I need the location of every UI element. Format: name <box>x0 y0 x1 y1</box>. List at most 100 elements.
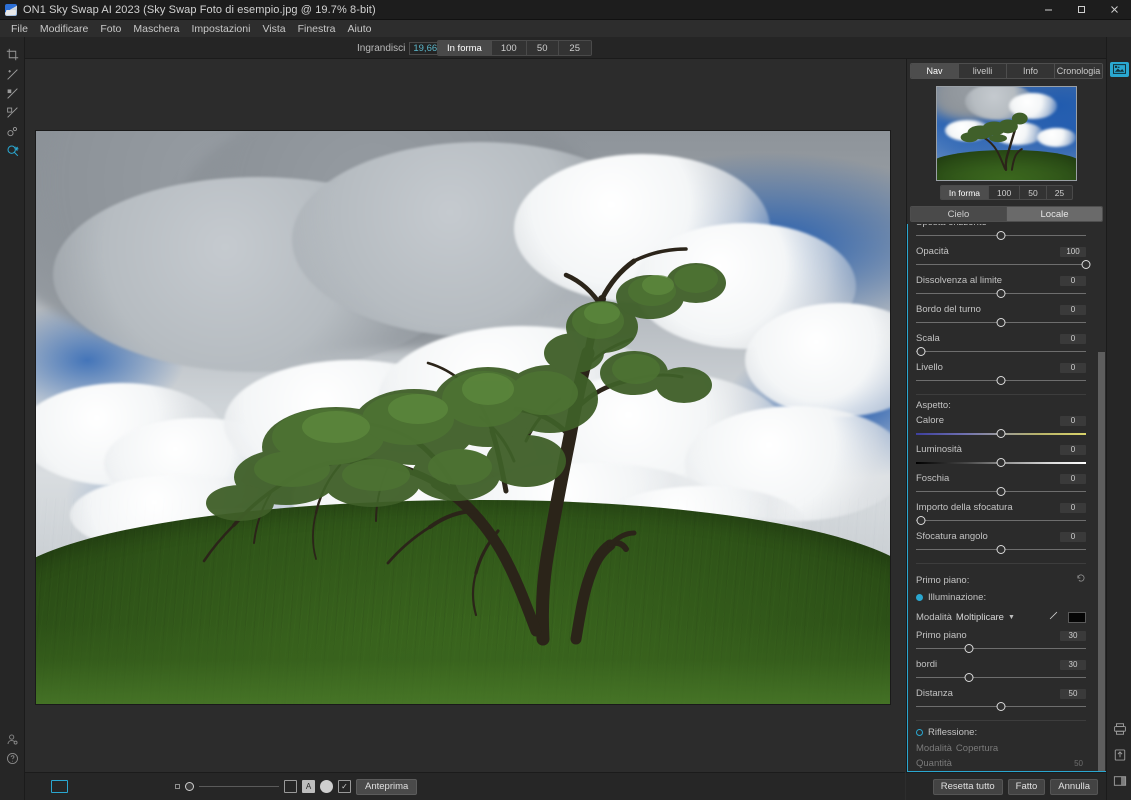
section-title-aspetto: Aspetto: <box>916 400 951 411</box>
tab-livelli[interactable]: livelli <box>959 64 1007 78</box>
solid-circle-icon[interactable] <box>320 780 333 793</box>
menu-vista[interactable]: Vista <box>256 22 291 36</box>
slider-value[interactable]: 0 <box>1060 362 1086 373</box>
slider-opacita[interactable]: Opacità 100 <box>916 242 1091 271</box>
help-icon[interactable] <box>0 749 25 768</box>
slider-value[interactable]: 0 <box>1060 275 1086 286</box>
settings-scroll-region[interactable]: Sposta orizzonte ▼ Opacità 100 Dissolven… <box>907 224 1106 772</box>
slider-value[interactable]: 0 <box>1060 444 1086 455</box>
tool-blemish-remover[interactable] <box>0 122 25 141</box>
thumb-tree <box>960 112 1028 171</box>
panel-layout-icon[interactable] <box>1107 768 1131 794</box>
menu-maschera[interactable]: Maschera <box>127 22 185 36</box>
text-overlay-icon[interactable]: A <box>302 780 315 793</box>
done-button[interactable]: Fatto <box>1007 778 1046 795</box>
compare-check-icon[interactable]: ✓ <box>338 780 351 793</box>
print-icon[interactable] <box>1107 716 1131 742</box>
left-rail-bottom-icons <box>0 730 25 768</box>
mode-row-riflessione: Modalità Copertura <box>916 738 1086 754</box>
slider-sposta-orizzonte[interactable]: Sposta orizzonte ▼ <box>916 224 1086 242</box>
slider-quantita[interactable]: Quantità 50 <box>916 754 1086 771</box>
scrollbar-thumb[interactable] <box>1098 352 1105 771</box>
slider-dissolvenza-al-limite[interactable]: Dissolvenza al limite 0 <box>916 271 1086 300</box>
fit-button-50[interactable]: 50 <box>526 41 559 55</box>
close-button[interactable] <box>1098 0 1131 20</box>
minimize-button[interactable] <box>1032 0 1065 20</box>
slider-value[interactable]: 0 <box>1060 502 1086 513</box>
mask-square-icon[interactable] <box>51 780 68 793</box>
brush-size-knob[interactable] <box>185 782 194 791</box>
slider-foschia[interactable]: Foschia 0 <box>916 469 1086 498</box>
show-mask-icon[interactable] <box>284 780 297 793</box>
slider-calore[interactable]: Calore 0 <box>916 411 1086 440</box>
fit-button-in-forma[interactable]: In forma <box>438 41 492 55</box>
slider-importo-della-sfocatura[interactable]: Importo della sfocatura 0 <box>916 498 1086 527</box>
tool-retouch-brush[interactable] <box>0 65 25 84</box>
slider-value[interactable]: 50 <box>1060 688 1086 699</box>
navigator-thumbnail[interactable] <box>936 86 1077 181</box>
slider-livello[interactable]: Livello 0 <box>916 358 1086 387</box>
menu-finestra[interactable]: Finestra <box>292 22 342 36</box>
mode-dropdown-value[interactable]: Moltiplicare <box>956 612 1004 623</box>
slider-value[interactable]: 100 <box>1060 246 1086 257</box>
tool-clone-stamp[interactable] <box>0 103 25 122</box>
fit-button-25[interactable]: 25 <box>558 41 591 55</box>
application-window: ON1 Sky Swap AI 2023 (Sky Swap Foto di e… <box>0 0 1131 800</box>
slider-value[interactable]: 50 <box>1074 759 1086 768</box>
chevron-down-icon[interactable]: ▼ <box>1076 224 1086 226</box>
image-canvas[interactable] <box>25 59 905 772</box>
reset-icon[interactable] <box>1076 570 1086 588</box>
menu-impostazioni[interactable]: Impostazioni <box>185 22 256 36</box>
nav-fit-100[interactable]: 100 <box>989 186 1021 199</box>
color-swatch[interactable] <box>1068 611 1086 623</box>
radio-button-on-icon[interactable] <box>916 594 923 601</box>
slider-value[interactable]: 0 <box>1060 304 1086 315</box>
slider-value[interactable]: 30 <box>1060 659 1086 670</box>
slider-scala[interactable]: Scala 0 <box>916 329 1086 358</box>
slider-primo-piano[interactable]: Primo piano 30 <box>916 626 1086 655</box>
settings-scrollbar[interactable] <box>1098 224 1105 771</box>
tool-crop[interactable] <box>0 43 25 65</box>
fit-button-100[interactable]: 100 <box>491 41 527 55</box>
menu-modificare[interactable]: Modificare <box>34 22 94 36</box>
radio-illuminazione[interactable]: Illuminazione: <box>916 588 1086 603</box>
slider-luminosita[interactable]: Luminosità 0 <box>916 440 1086 469</box>
nav-fit-in-forma[interactable]: In forma <box>940 186 990 199</box>
photo-preview[interactable] <box>36 131 890 704</box>
slider-distanza[interactable]: Distanza 50 <box>916 684 1086 713</box>
preview-button[interactable]: Anteprima <box>356 778 418 795</box>
slider-bordi[interactable]: bordi 30 <box>916 655 1086 684</box>
slider-bordo-del-turno[interactable]: Bordo del turno 0 <box>916 300 1086 329</box>
reset-all-button[interactable]: Resetta tutto <box>932 778 1003 795</box>
menu-file[interactable]: File <box>5 22 34 36</box>
tab-locale[interactable]: Locale <box>1007 207 1102 221</box>
tab-cielo[interactable]: Cielo <box>911 207 1007 221</box>
tab-info[interactable]: Info <box>1007 64 1055 78</box>
menu-foto[interactable]: Foto <box>94 22 127 36</box>
slider-sfocatura-angolo[interactable]: Sfocatura angolo 0 <box>916 527 1086 556</box>
eyedropper-icon[interactable] <box>1048 608 1059 626</box>
image-preset-icon[interactable] <box>1107 56 1131 82</box>
menu-aiuto[interactable]: Aiuto <box>342 22 378 36</box>
tool-perfect-eraser[interactable] <box>0 84 25 103</box>
brush-size-track[interactable] <box>199 786 279 787</box>
radio-button-off-icon[interactable] <box>916 729 923 736</box>
tool-sky-swap[interactable] <box>0 141 25 160</box>
cancel-button[interactable]: Annulla <box>1050 778 1098 795</box>
tab-cronologia[interactable]: Cronologia <box>1055 64 1102 78</box>
slider-value[interactable]: 30 <box>1060 630 1086 641</box>
radio-riflessione[interactable]: Riflessione: <box>916 723 1086 738</box>
slider-value[interactable]: 0 <box>1060 415 1086 426</box>
mode-dropdown-value[interactable]: Copertura <box>956 743 998 754</box>
user-account-icon[interactable] <box>0 730 25 749</box>
tab-nav[interactable]: Nav <box>911 64 959 78</box>
maximize-button[interactable] <box>1065 0 1098 20</box>
mode-row-primo-piano: Modalità Moltiplicare ▼ <box>916 603 1086 626</box>
share-export-icon[interactable] <box>1107 742 1131 768</box>
slider-value[interactable]: 0 <box>1060 531 1086 542</box>
nav-fit-50[interactable]: 50 <box>1020 186 1047 199</box>
chevron-down-icon[interactable]: ▼ <box>1008 614 1015 621</box>
slider-value[interactable]: 0 <box>1060 473 1086 484</box>
nav-fit-25[interactable]: 25 <box>1047 186 1072 199</box>
slider-value[interactable]: 0 <box>1060 333 1086 344</box>
